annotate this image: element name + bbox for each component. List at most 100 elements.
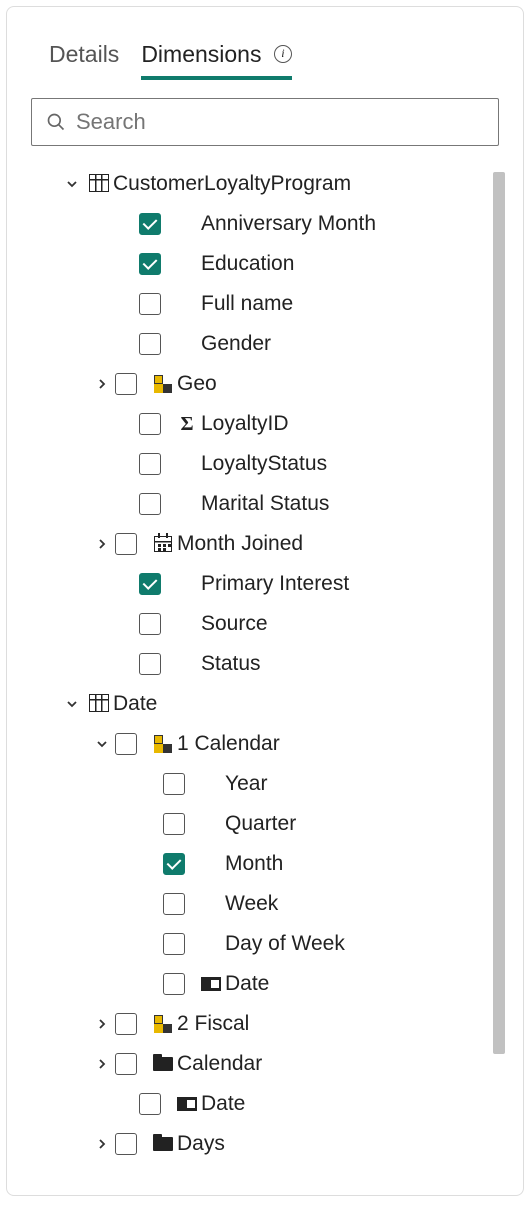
checkbox[interactable]	[163, 893, 185, 915]
tree-row[interactable]: Anniversary Month	[39, 204, 505, 244]
sigma-icon: Σ	[173, 414, 201, 434]
checkbox[interactable]	[139, 253, 161, 275]
detail-icon	[173, 1097, 201, 1111]
chevron-right-icon[interactable]	[93, 378, 111, 390]
checkbox[interactable]	[163, 933, 185, 955]
chevron-down-icon[interactable]	[63, 178, 81, 190]
tree-row[interactable]: Month	[39, 844, 505, 884]
tree-row[interactable]: 1 Calendar	[39, 724, 505, 764]
tree-row[interactable]: Primary Interest	[39, 564, 505, 604]
tree-row[interactable]: Year	[39, 764, 505, 804]
checkbox[interactable]	[139, 653, 161, 675]
tree-row[interactable]: CustomerLoyaltyProgram	[39, 164, 505, 204]
tree-item-label: Education	[201, 252, 294, 276]
checkbox[interactable]	[139, 453, 161, 475]
tab-details[interactable]: Details	[49, 41, 119, 80]
folder-icon	[149, 1137, 177, 1151]
tree-item-label: Calendar	[177, 1052, 262, 1076]
search-icon	[46, 112, 66, 132]
checkbox[interactable]	[139, 293, 161, 315]
tab-dimensions-label: Dimensions	[141, 41, 261, 67]
tree-item-label: Primary Interest	[201, 572, 349, 596]
checkbox[interactable]	[163, 813, 185, 835]
tree-item-label: Date	[225, 972, 269, 996]
tree-row[interactable]: Days	[39, 1124, 505, 1164]
tree-item-label: Status	[201, 652, 261, 676]
tree-item-label: Month Joined	[177, 532, 303, 556]
scrollbar-thumb[interactable]	[493, 172, 505, 1054]
tree-item-label: LoyaltyStatus	[201, 452, 327, 476]
tree-row[interactable]: Quarter	[39, 804, 505, 844]
checkbox[interactable]	[139, 493, 161, 515]
tree-item-label: Gender	[201, 332, 271, 356]
tree-item-label: 1 Calendar	[177, 732, 280, 756]
tree-row[interactable]: LoyaltyStatus	[39, 444, 505, 484]
chevron-right-icon[interactable]	[93, 1018, 111, 1030]
table-icon	[85, 694, 113, 714]
checkbox[interactable]	[115, 733, 137, 755]
search-input[interactable]	[76, 109, 484, 135]
tree-row[interactable]: Date	[39, 1084, 505, 1124]
tree-row[interactable]: Month Joined	[39, 524, 505, 564]
tree-item-label: Source	[201, 612, 268, 636]
tree-row[interactable]: Marital Status	[39, 484, 505, 524]
checkbox[interactable]	[163, 973, 185, 995]
tree-item-label: Week	[225, 892, 278, 916]
checkbox[interactable]	[139, 333, 161, 355]
checkbox[interactable]	[115, 1133, 137, 1155]
tree-item-label: Days	[177, 1132, 225, 1156]
checkbox[interactable]	[139, 413, 161, 435]
tree-row[interactable]: ΣLoyaltyID	[39, 404, 505, 444]
checkbox[interactable]	[115, 533, 137, 555]
tree-row[interactable]: Day of Week	[39, 924, 505, 964]
calendar-icon	[149, 536, 177, 552]
hierarchy-icon	[149, 735, 177, 753]
tree-row[interactable]: Date	[39, 684, 505, 724]
chevron-down-icon[interactable]	[63, 698, 81, 710]
dimensions-tree: CustomerLoyaltyProgram Anniversary Month E…	[25, 164, 505, 1164]
folder-icon	[149, 1057, 177, 1071]
tree-item-label: LoyaltyID	[201, 412, 289, 436]
tree-item-label: Quarter	[225, 812, 296, 836]
checkbox[interactable]	[115, 1053, 137, 1075]
tree-row[interactable]: Week	[39, 884, 505, 924]
hierarchy-icon	[149, 375, 177, 393]
tree-row[interactable]: Gender	[39, 324, 505, 364]
checkbox[interactable]	[163, 773, 185, 795]
tree-item-label: Anniversary Month	[201, 212, 376, 236]
dimensions-panel: Details Dimensions i CustomerLoyaltyProg…	[6, 6, 524, 1196]
checkbox[interactable]	[139, 1093, 161, 1115]
table-icon	[85, 174, 113, 194]
tree-item-label: Date	[201, 1092, 245, 1116]
detail-icon	[197, 977, 225, 991]
checkbox[interactable]	[115, 373, 137, 395]
tree-row[interactable]: Education	[39, 244, 505, 284]
chevron-right-icon[interactable]	[93, 1058, 111, 1070]
tree-scroll-area: CustomerLoyaltyProgram Anniversary Month E…	[25, 164, 505, 1174]
info-icon[interactable]: i	[274, 45, 292, 63]
chevron-right-icon[interactable]	[93, 538, 111, 550]
checkbox[interactable]	[139, 573, 161, 595]
tree-row[interactable]: Calendar	[39, 1044, 505, 1084]
tree-item-label: Date	[113, 692, 157, 716]
chevron-down-icon[interactable]	[93, 738, 111, 750]
tab-dimensions[interactable]: Dimensions i	[141, 41, 292, 80]
checkbox[interactable]	[163, 853, 185, 875]
checkbox[interactable]	[115, 1013, 137, 1035]
tree-row[interactable]: Date	[39, 964, 505, 1004]
tree-item-label: Year	[225, 772, 267, 796]
search-box[interactable]	[31, 98, 499, 146]
checkbox[interactable]	[139, 613, 161, 635]
tree-item-label: Month	[225, 852, 283, 876]
tree-row[interactable]: Source	[39, 604, 505, 644]
tree-row[interactable]: 2 Fiscal	[39, 1004, 505, 1044]
tree-row[interactable]: Status	[39, 644, 505, 684]
tree-row[interactable]: Geo	[39, 364, 505, 404]
tree-item-label: 2 Fiscal	[177, 1012, 249, 1036]
tree-row[interactable]: Full name	[39, 284, 505, 324]
tree-item-label: Full name	[201, 292, 293, 316]
chevron-right-icon[interactable]	[93, 1138, 111, 1150]
checkbox[interactable]	[139, 213, 161, 235]
tree-item-label: Day of Week	[225, 932, 345, 956]
tree-item-label: Marital Status	[201, 492, 329, 516]
